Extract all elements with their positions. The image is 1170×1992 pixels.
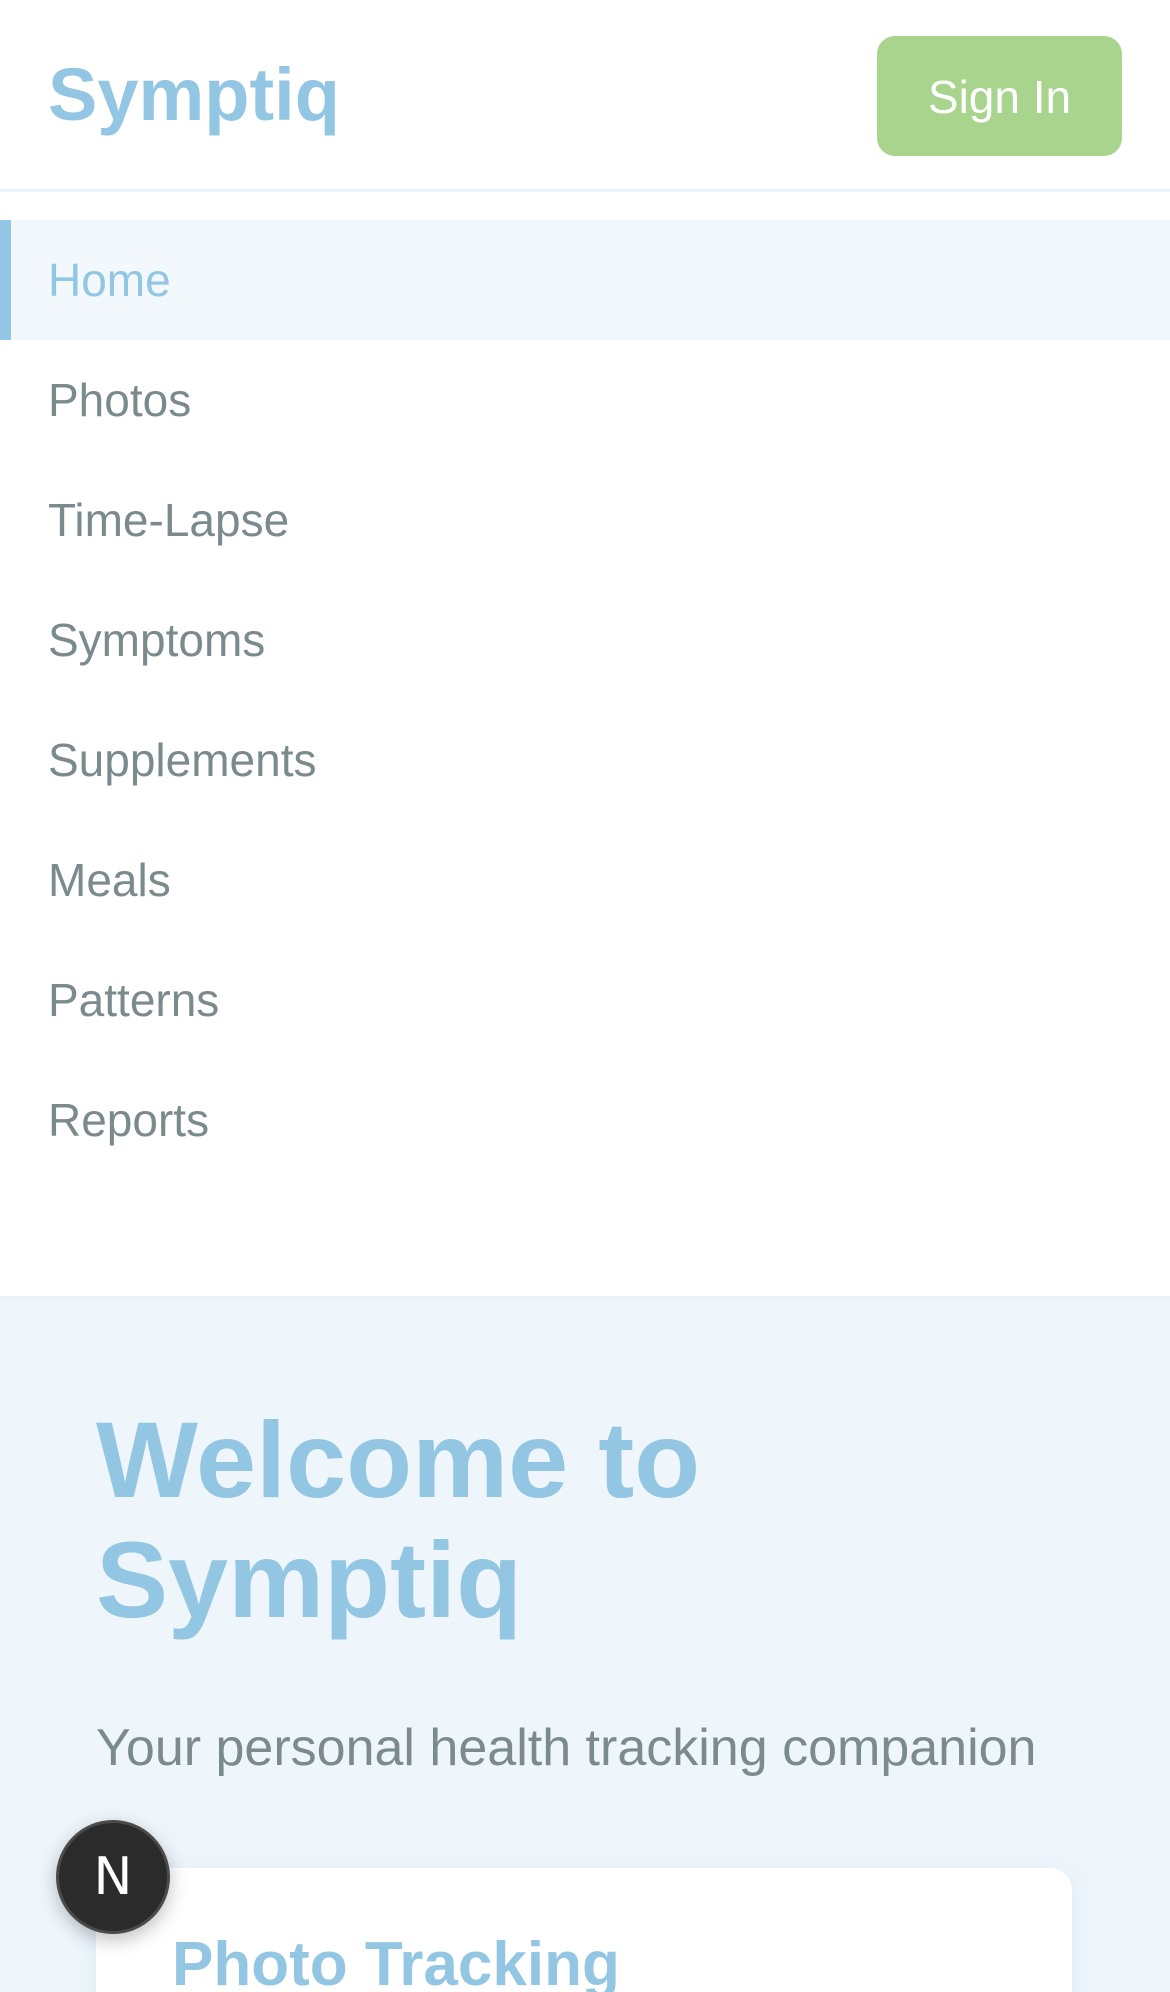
nextjs-dev-indicator-icon[interactable]: N xyxy=(56,1820,170,1934)
nav-item-supplements[interactable]: Supplements xyxy=(0,700,1170,820)
nav-item-meals[interactable]: Meals xyxy=(0,820,1170,940)
hero-subtitle: Your personal health tracking companion xyxy=(96,1719,1037,1777)
top-header: Symptiq Sign In xyxy=(0,0,1170,192)
app-page: Symptiq Sign In Home Photos Time-Lapse S… xyxy=(0,0,1170,1992)
hero-section: Welcome to Symptiq Your personal health … xyxy=(0,1300,1170,1992)
brand-logo[interactable]: Symptiq xyxy=(48,50,340,140)
hero-title: Welcome to Symptiq xyxy=(96,1399,701,1640)
feature-card-photo-tracking[interactable]: Photo Tracking xyxy=(96,1868,1072,1992)
main-nav: Home Photos Time-Lapse Symptoms Suppleme… xyxy=(0,192,1170,1300)
nav-item-symptoms[interactable]: Symptoms xyxy=(0,580,1170,700)
nav-item-patterns[interactable]: Patterns xyxy=(0,940,1170,1060)
nav-item-home[interactable]: Home xyxy=(0,220,1170,340)
nav-item-time-lapse[interactable]: Time-Lapse xyxy=(0,460,1170,580)
sign-in-button[interactable]: Sign In xyxy=(877,36,1122,156)
nav-item-photos[interactable]: Photos xyxy=(0,340,1170,460)
nav-item-reports[interactable]: Reports xyxy=(0,1060,1170,1180)
feature-card-title: Photo Tracking xyxy=(172,1930,620,1992)
